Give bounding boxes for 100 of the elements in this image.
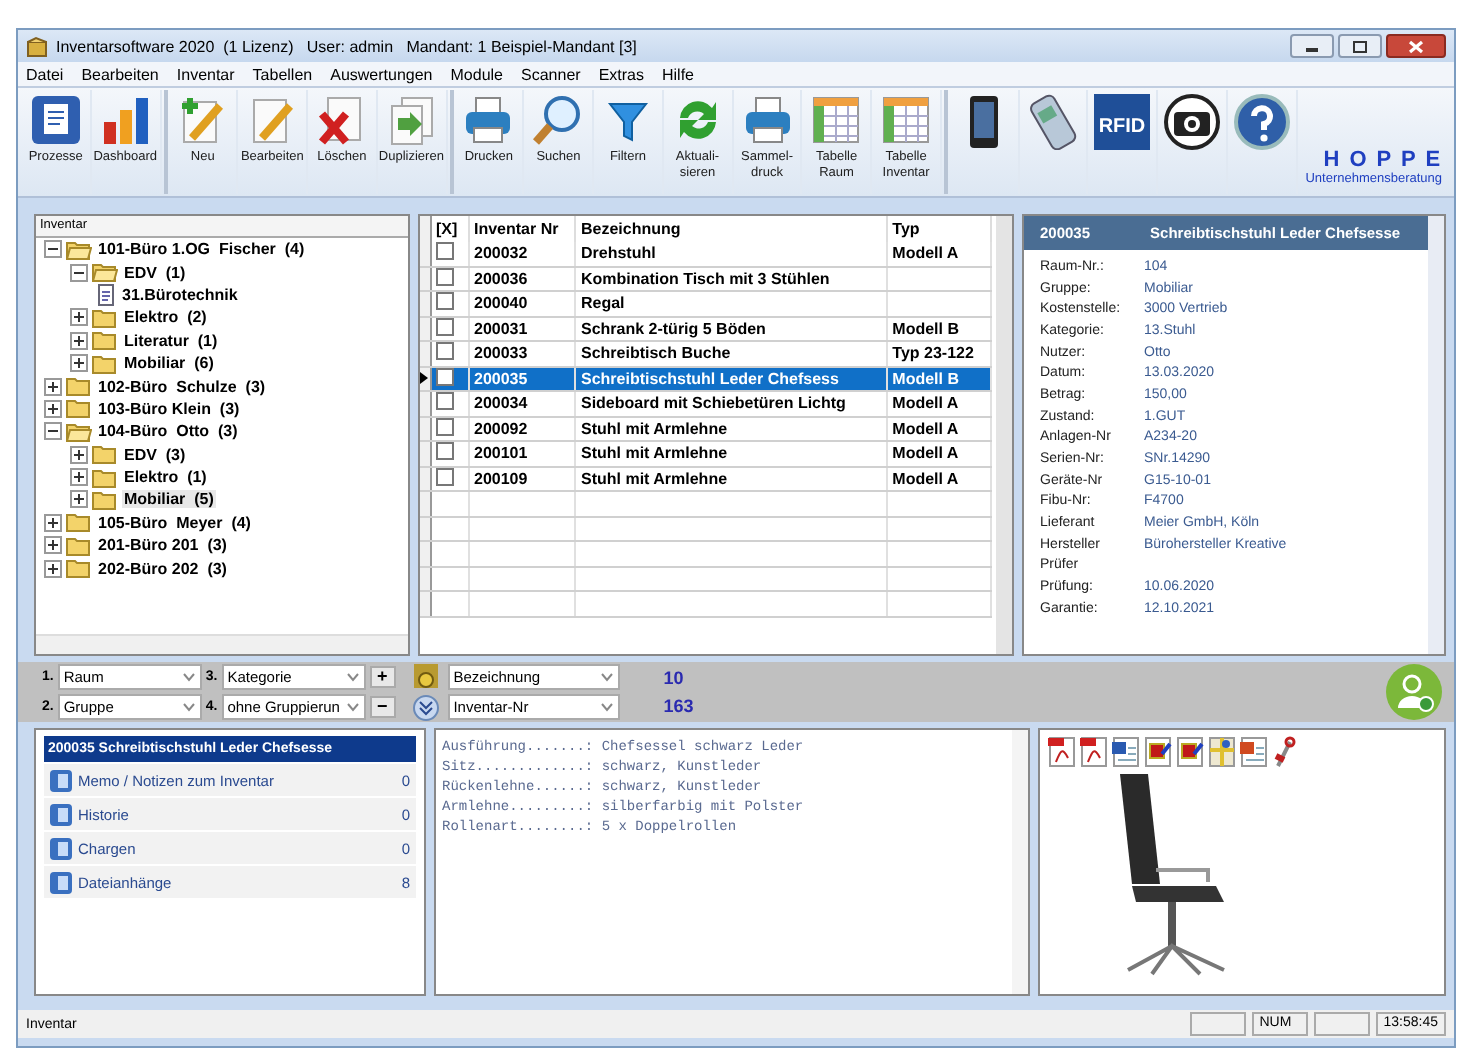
- expand-icon[interactable]: [70, 445, 88, 464]
- menu-item[interactable]: Extras: [598, 65, 644, 83]
- expand-icon[interactable]: [70, 490, 88, 509]
- tree-item[interactable]: Elektro (1): [122, 468, 209, 487]
- folder-icon: [66, 512, 92, 533]
- tree-item[interactable]: Elektro (2): [122, 308, 209, 327]
- expand-icon[interactable]: [70, 354, 88, 373]
- checkbox[interactable]: [436, 442, 454, 461]
- note-icon: [50, 803, 72, 825]
- expand-icon[interactable]: [44, 536, 62, 555]
- checkbox[interactable]: [436, 292, 454, 311]
- menu-item[interactable]: Bearbeiten: [81, 65, 159, 83]
- table-cell: 200109: [469, 466, 576, 491]
- tree-item[interactable]: 101-Büro 1.OG Fischer (4): [96, 240, 307, 259]
- table-cell: Modell A: [887, 441, 991, 466]
- vertical-scrollbar[interactable]: [996, 216, 1012, 654]
- tree-item[interactable]: 102-Büro Schulze (3): [96, 377, 268, 396]
- pencil-plus-icon: [176, 94, 229, 146]
- word-file-icon[interactable]: [1112, 736, 1140, 768]
- minimize-button[interactable]: [1290, 34, 1334, 58]
- table-cell: Sideboard mit Schiebetüren Lichtg: [575, 391, 888, 416]
- tree-item[interactable]: EDV (1): [122, 263, 188, 282]
- caret-icon: [345, 672, 360, 682]
- menu-item[interactable]: Inventar: [176, 65, 235, 83]
- expand-icon[interactable]: [44, 559, 62, 578]
- tree-item[interactable]: Mobiliar (6): [122, 354, 216, 373]
- tools-icon[interactable]: [1272, 736, 1296, 768]
- user-check-icon[interactable]: [1386, 664, 1442, 720]
- vertical-scrollbar[interactable]: [1428, 216, 1444, 654]
- table-cell: Modell B: [887, 316, 991, 341]
- expand-icon[interactable]: [44, 377, 62, 396]
- expand-icon[interactable]: [44, 513, 62, 532]
- tree-item[interactable]: Mobiliar (5): [122, 490, 216, 509]
- map-file-icon[interactable]: [1208, 736, 1236, 768]
- folder-icon: [92, 330, 118, 351]
- tree-item[interactable]: 31.Bürotechnik: [120, 285, 240, 304]
- folder-icon: [92, 467, 118, 488]
- expand-icon[interactable]: [44, 399, 62, 418]
- close-button[interactable]: [1386, 34, 1446, 58]
- folder-icon: [66, 421, 92, 442]
- menu-item[interactable]: Auswertungen: [330, 65, 433, 83]
- tree-item[interactable]: 201-Büro 201 (3): [96, 536, 229, 555]
- column-header[interactable]: Inventar Nr: [469, 216, 576, 242]
- tree-item[interactable]: 105-Büro Meyer (4): [96, 513, 253, 532]
- tree-item[interactable]: 103-Büro Klein (3): [96, 399, 242, 418]
- expand-icon[interactable]: [70, 468, 88, 487]
- table-cell: Kombination Tisch mit 3 Stühlen: [575, 266, 888, 291]
- table-cell: 200036: [469, 266, 576, 291]
- coins-icon: [411, 662, 440, 690]
- collapse-icon[interactable]: [70, 263, 88, 282]
- menu-item[interactable]: Module: [450, 65, 504, 83]
- table-cell: Typ 23-122: [887, 341, 991, 366]
- table-cell: Modell A: [887, 391, 991, 416]
- note-icon: [50, 871, 72, 893]
- pdf-file-icon[interactable]: [1048, 736, 1076, 768]
- add-level-button[interactable]: +: [369, 666, 396, 688]
- note-icon: [50, 837, 72, 859]
- caret-icon: [345, 702, 360, 712]
- toolbar-button[interactable]: RFID: [1088, 90, 1159, 194]
- image-file-icon[interactable]: [1144, 736, 1172, 768]
- folder-icon: [92, 444, 118, 465]
- presentation-file-icon[interactable]: [1240, 736, 1268, 768]
- collapse-icon[interactable]: [44, 240, 62, 259]
- expand-icon[interactable]: [70, 308, 88, 327]
- bar-chart-icon: [99, 94, 152, 146]
- note-icon: [50, 769, 72, 791]
- column-header[interactable]: Typ: [887, 216, 991, 242]
- expand-icon[interactable]: [70, 331, 88, 350]
- close-icon: [1408, 39, 1424, 53]
- column-header[interactable]: Bezeichnung: [575, 216, 888, 242]
- checkbox[interactable]: [436, 242, 454, 261]
- menu-item[interactable]: Datei: [26, 65, 64, 83]
- checkbox[interactable]: [436, 392, 454, 411]
- sort-down-icon[interactable]: [411, 694, 440, 722]
- pdf-file-icon[interactable]: [1080, 736, 1108, 768]
- tree-item[interactable]: EDV (3): [122, 445, 188, 464]
- table-cell: 200092: [469, 416, 576, 441]
- tree-item[interactable]: Literatur (1): [122, 331, 220, 350]
- menu-item[interactable]: Tabellen: [252, 65, 313, 83]
- collapse-icon[interactable]: [44, 422, 62, 441]
- checkbox[interactable]: [436, 342, 454, 361]
- menu-item[interactable]: Hilfe: [661, 65, 694, 83]
- rfid-icon: RFID: [1094, 94, 1151, 150]
- maximize-button[interactable]: [1338, 34, 1382, 58]
- table-cell: Modell A: [887, 416, 991, 441]
- vertical-scrollbar[interactable]: [1012, 730, 1028, 994]
- tree-item[interactable]: 104-Büro Otto (3): [96, 422, 240, 441]
- printer-icon: [741, 94, 793, 146]
- image-file-icon[interactable]: [1176, 736, 1204, 768]
- folder-icon: [92, 353, 118, 374]
- remove-level-button[interactable]: −: [369, 696, 396, 718]
- logo-name: H O P P E: [1323, 148, 1443, 172]
- tree-item[interactable]: 202-Büro 202 (3): [96, 559, 229, 578]
- horizontal-scrollbar[interactable]: [36, 634, 408, 654]
- table-cell: Drehstuhl: [575, 242, 888, 266]
- menu-item[interactable]: Scanner: [521, 65, 581, 83]
- folder-icon: [66, 398, 92, 419]
- help-icon: [1233, 94, 1290, 150]
- table-cell: Modell A: [887, 466, 991, 491]
- caret-icon: [181, 702, 196, 712]
